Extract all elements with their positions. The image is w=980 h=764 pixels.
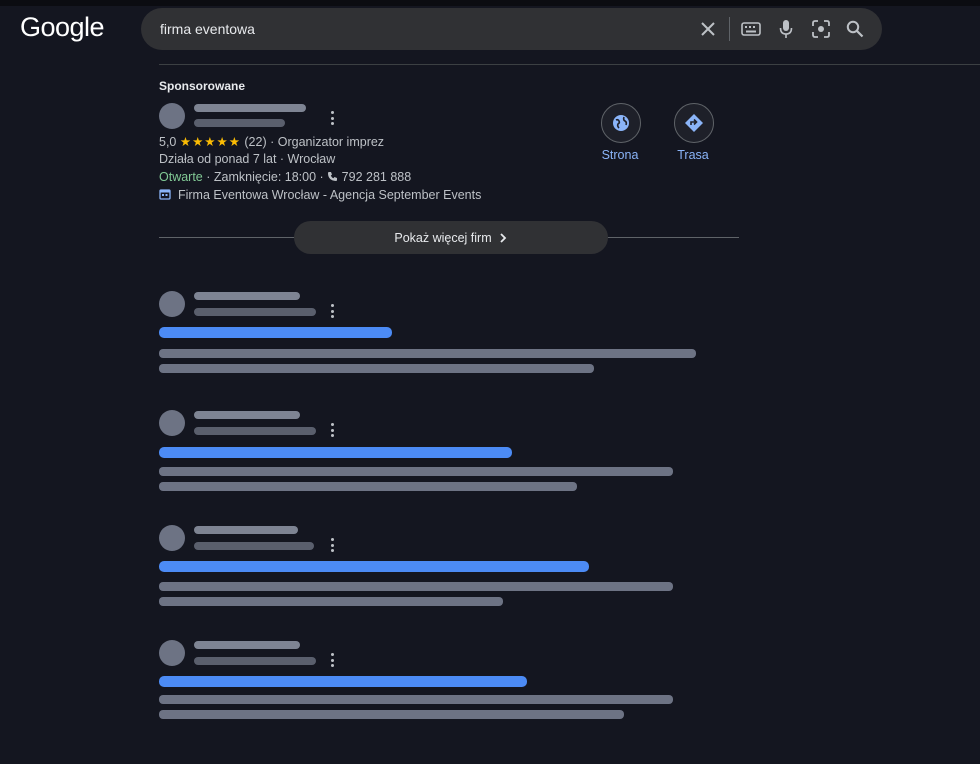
result-favicon: [159, 410, 185, 436]
calendar-icon: [159, 188, 171, 203]
search-divider: [729, 17, 730, 41]
result-url-placeholder: [194, 542, 314, 550]
result-snippet-placeholder: [159, 349, 696, 358]
result-more-options-icon[interactable]: [330, 538, 334, 552]
phone-number[interactable]: 792 281 888: [342, 170, 412, 184]
ad-sitelink[interactable]: Firma Eventowa Wrocław - Agencja Septemb…: [159, 188, 481, 203]
search-input[interactable]: firma eventowa: [160, 21, 255, 37]
result-favicon: [159, 640, 185, 666]
top-strip: [0, 0, 980, 6]
result-favicon: [159, 291, 185, 317]
directions-icon: [685, 114, 703, 132]
ad-hours-line: Otwarte · Zamknięcie: 18:00 · 792 281 88…: [159, 170, 411, 185]
more-divider-right: [607, 237, 739, 238]
result-favicon: [159, 525, 185, 551]
ad-more-options-icon[interactable]: [330, 111, 334, 125]
result-url-placeholder: [194, 657, 316, 665]
sitelink-text[interactable]: Firma Eventowa Wrocław - Agencja Septemb…: [178, 188, 481, 202]
search-box[interactable]: firma eventowa: [141, 8, 882, 50]
website-label[interactable]: Strona: [590, 148, 650, 162]
ad-since-location: Działa od ponad 7 lat · Wrocław: [159, 152, 336, 166]
closing-time: Zamknięcie: 18:00: [213, 170, 317, 184]
separator: ·: [206, 170, 211, 184]
rating-value: 5,0: [159, 135, 177, 149]
show-more-label: Pokaż więcej firm: [394, 230, 492, 245]
phone-icon: [327, 171, 338, 185]
google-logo[interactable]: Google: [20, 12, 105, 43]
sponsored-label: Sponsorowane: [159, 79, 246, 93]
ad-title-placeholder: [194, 104, 306, 112]
result-snippet-placeholder: [159, 582, 673, 591]
result-site-placeholder: [194, 526, 298, 534]
result-snippet-placeholder: [159, 467, 673, 476]
directions-button[interactable]: [674, 103, 714, 143]
separator: ·: [319, 170, 324, 184]
result-snippet-placeholder: [159, 364, 594, 373]
ad-url-placeholder: [194, 119, 285, 127]
result-title-link-placeholder[interactable]: [159, 561, 589, 572]
result-more-options-icon[interactable]: [330, 423, 334, 437]
result-url-placeholder: [194, 427, 316, 435]
review-count[interactable]: (22): [244, 135, 266, 149]
result-snippet-placeholder: [159, 597, 503, 606]
directions-label[interactable]: Trasa: [663, 148, 723, 162]
microphone-icon[interactable]: [775, 18, 797, 40]
business-category: Organizator imprez: [277, 135, 385, 149]
result-url-placeholder: [194, 308, 316, 316]
result-snippet-placeholder: [159, 482, 577, 491]
result-more-options-icon[interactable]: [330, 304, 334, 318]
clear-icon[interactable]: [697, 18, 719, 40]
globe-icon: [613, 115, 629, 131]
result-title-link-placeholder[interactable]: [159, 327, 392, 338]
search-icon[interactable]: [844, 18, 866, 40]
header-divider: [159, 64, 980, 65]
show-more-businesses-button[interactable]: Pokaż więcej firm: [294, 221, 608, 254]
result-site-placeholder: [194, 292, 300, 300]
separator: ·: [270, 135, 275, 149]
result-title-link-placeholder[interactable]: [159, 676, 527, 687]
open-status: Otwarte: [159, 170, 203, 184]
more-divider-left: [159, 237, 295, 238]
result-site-placeholder: [194, 641, 300, 649]
lens-icon[interactable]: [810, 18, 832, 40]
ad-favicon: [159, 103, 185, 129]
rating-stars-icon: ★★★★★: [179, 135, 241, 149]
result-more-options-icon[interactable]: [330, 653, 334, 667]
result-site-placeholder: [194, 411, 300, 419]
result-snippet-placeholder: [159, 710, 624, 719]
result-title-link-placeholder[interactable]: [159, 447, 512, 458]
website-button[interactable]: [601, 103, 641, 143]
result-snippet-placeholder: [159, 695, 673, 704]
keyboard-icon[interactable]: [740, 18, 762, 40]
chevron-right-icon: [499, 232, 506, 243]
ad-rating-line: 5,0 ★★★★★ (22) · Organizator imprez: [159, 134, 384, 149]
